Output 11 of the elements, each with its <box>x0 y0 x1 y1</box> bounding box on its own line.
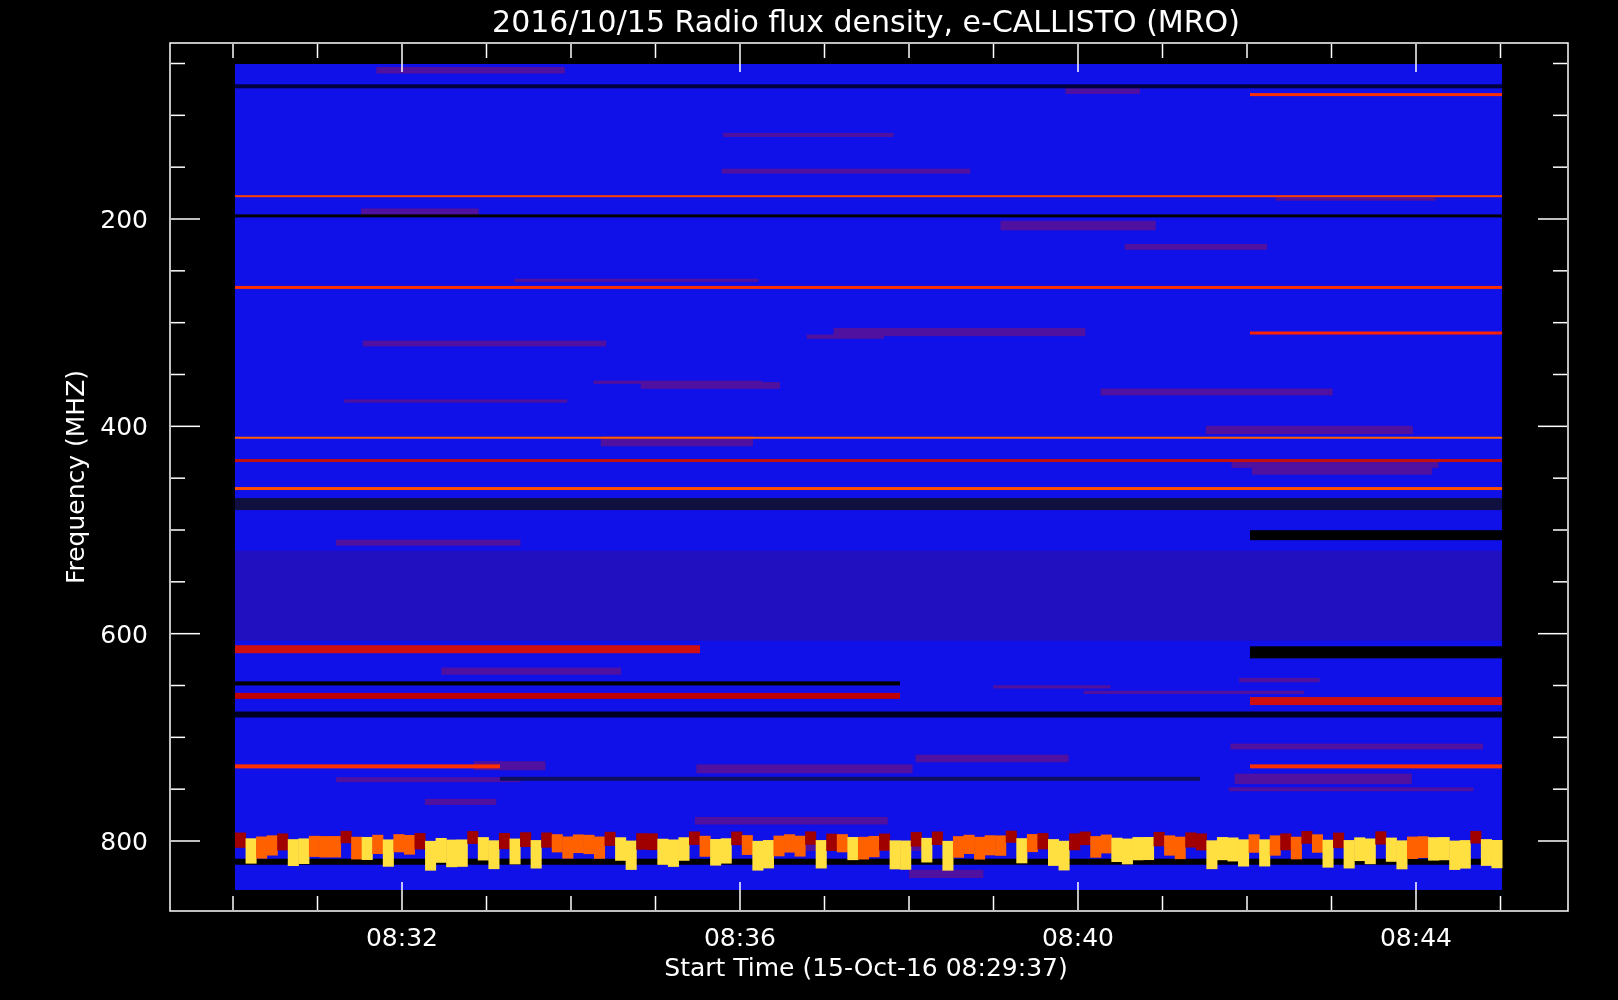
y-tick-label: 800 <box>100 827 148 856</box>
plot-title: 2016/10/15 Radio flux density, e-CALLISTO (MRO) <box>492 4 1240 39</box>
y-tick-label: 600 <box>100 619 148 649</box>
y-axis-label: Frequency (MHZ) <box>61 369 90 585</box>
y-tick-label: 200 <box>100 205 148 234</box>
x-tick-label: 08:32 <box>366 923 438 952</box>
y-tick-label: 400 <box>100 412 148 442</box>
x-tick-label: 08:40 <box>1042 923 1114 952</box>
x-tick-label: 08:36 <box>704 923 776 952</box>
x-tick-label: 08:44 <box>1380 923 1452 952</box>
x-axis-label: Start Time (15-Oct-16 08:29:37) <box>664 953 1068 982</box>
